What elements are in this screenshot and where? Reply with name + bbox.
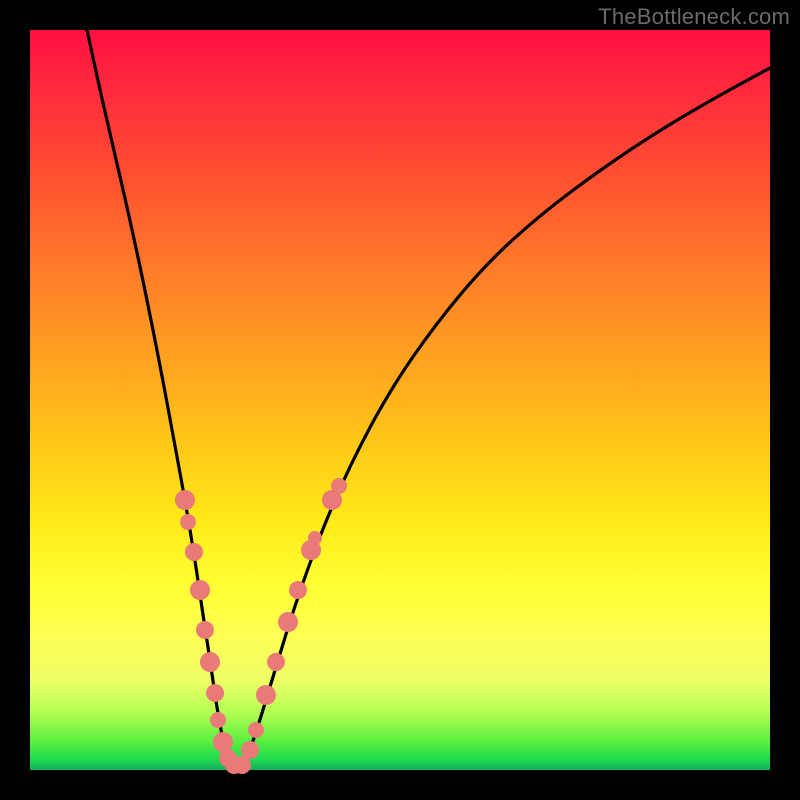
data-dot	[331, 478, 347, 494]
bottleneck-chart	[30, 30, 770, 770]
data-dot	[210, 712, 226, 728]
data-dot	[190, 580, 210, 600]
data-dot	[196, 621, 214, 639]
watermark-text: TheBottleneck.com	[598, 4, 790, 30]
data-dot	[185, 543, 203, 561]
dot-group	[175, 478, 347, 774]
data-dot	[278, 612, 298, 632]
data-dot	[289, 581, 307, 599]
data-dot	[206, 684, 224, 702]
data-dot	[267, 653, 285, 671]
data-dot	[256, 685, 276, 705]
data-dot	[200, 652, 220, 672]
data-dot	[180, 514, 196, 530]
data-dot	[308, 531, 322, 545]
data-dot	[241, 741, 259, 759]
curve-right	[242, 68, 770, 766]
data-dot	[213, 732, 233, 752]
data-dot	[175, 490, 195, 510]
data-dot	[248, 722, 264, 738]
